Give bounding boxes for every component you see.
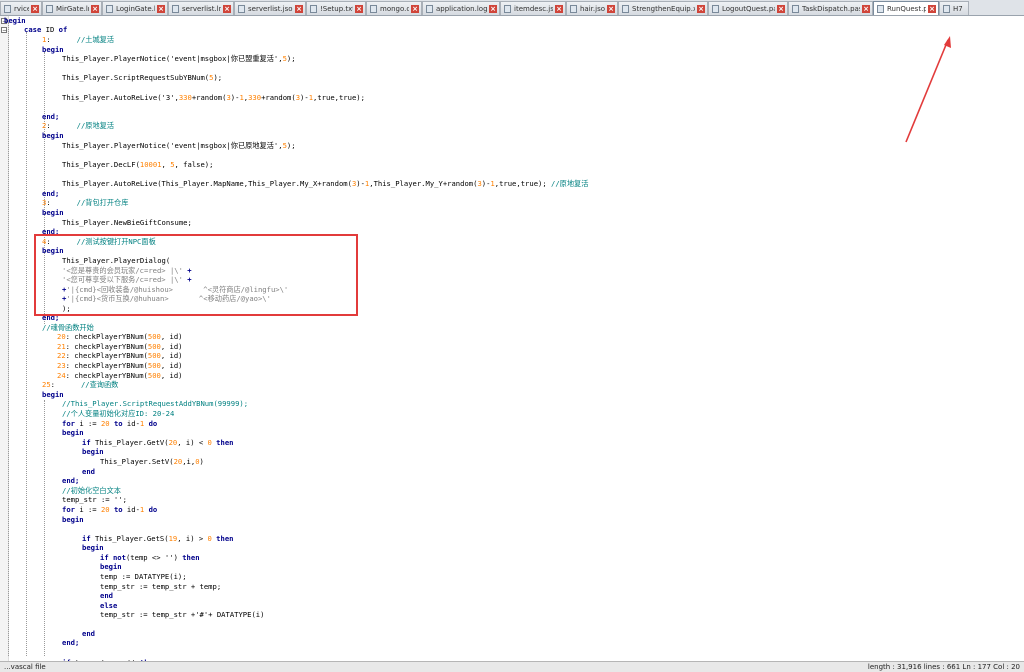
tab-close-icon[interactable]: × xyxy=(411,4,419,13)
file-icon xyxy=(792,4,799,13)
tab-close-icon[interactable]: × xyxy=(489,4,497,13)
tab-close-icon[interactable]: × xyxy=(223,4,231,13)
file-icon xyxy=(570,4,577,13)
file-icon xyxy=(106,4,113,13)
tab-label: RunQuest.pas xyxy=(887,4,926,13)
file-icon xyxy=(426,4,433,13)
tab-label: mongo.cfg xyxy=(380,4,409,13)
tab-close-icon[interactable]: × xyxy=(607,4,615,13)
tab-label: !Setup.txt xyxy=(320,4,353,13)
tab-label: hair.json xyxy=(580,4,605,13)
tab-1[interactable]: MirGate.lni× xyxy=(42,1,102,15)
tab-4[interactable]: serverlist.json × xyxy=(234,1,306,15)
tab-13[interactable]: RunQuest.pas× xyxy=(873,1,939,15)
file-icon xyxy=(46,4,53,13)
tab-7[interactable]: application.log × xyxy=(422,1,500,15)
tab-close-icon[interactable]: × xyxy=(862,4,870,13)
tab-close-icon[interactable]: × xyxy=(295,4,303,13)
tab-5[interactable]: !Setup.txt × xyxy=(306,1,366,15)
tab-label: H7 xyxy=(953,4,963,13)
tab-14[interactable]: H7 xyxy=(939,1,969,15)
tab-close-icon[interactable]: × xyxy=(355,4,363,13)
tab-close-icon[interactable]: × xyxy=(777,4,785,13)
tab-3[interactable]: serverlist.lni × xyxy=(168,1,234,15)
tab-9[interactable]: hair.json× xyxy=(566,1,618,15)
tab-label: MirGate.lni xyxy=(56,4,89,13)
tab-10[interactable]: StrengthenEquip.xml× xyxy=(618,1,708,15)
tab-8[interactable]: itemdesc.json× xyxy=(500,1,566,15)
file-icon xyxy=(370,4,377,13)
file-icon xyxy=(238,4,245,13)
file-icon xyxy=(877,4,884,13)
tab-label: rvice.lni xyxy=(14,4,29,13)
tab-11[interactable]: LogoutQuest.pas× xyxy=(708,1,788,15)
tab-0[interactable]: rvice.lni× xyxy=(0,1,42,15)
tab-2[interactable]: LoginGate.lni× xyxy=(102,1,168,15)
file-icon xyxy=(310,4,317,13)
file-icon xyxy=(504,4,511,13)
file-icon xyxy=(622,4,629,13)
tab-label: serverlist.lni xyxy=(182,4,221,13)
tab-close-icon[interactable]: × xyxy=(31,4,39,13)
tab-close-icon[interactable]: × xyxy=(928,4,936,13)
tab-close-icon[interactable]: × xyxy=(157,4,165,13)
file-icon xyxy=(4,4,11,13)
tab-label: itemdesc.json xyxy=(514,4,553,13)
tab-12[interactable]: TaskDispatch.pas × xyxy=(788,1,873,15)
tab-label: LoginGate.lni xyxy=(116,4,155,13)
status-bar: ...vascal file length : 31,916 lines : 6… xyxy=(0,661,1024,672)
tab-label: LogoutQuest.pas xyxy=(722,4,775,13)
tab-label: StrengthenEquip.xml xyxy=(632,4,695,13)
tab-close-icon[interactable]: × xyxy=(555,4,563,13)
document-tab-bar: rvice.lni×MirGate.lni×LoginGate.lni×serv… xyxy=(0,0,1024,16)
tab-label: serverlist.json xyxy=(248,4,293,13)
file-icon xyxy=(712,4,719,13)
annotation-arrow xyxy=(905,36,951,143)
tab-close-icon[interactable]: × xyxy=(697,4,705,13)
tab-6[interactable]: mongo.cfg× xyxy=(366,1,422,15)
code-editor[interactable]: − − begin case ID of 1: //土城复活 begin This_Pla… xyxy=(0,16,1024,661)
tab-label: application.log xyxy=(436,4,487,13)
file-icon xyxy=(943,4,950,13)
file-icon xyxy=(172,4,179,13)
tab-close-icon[interactable]: × xyxy=(91,4,99,13)
tab-label: TaskDispatch.pas xyxy=(802,4,860,13)
